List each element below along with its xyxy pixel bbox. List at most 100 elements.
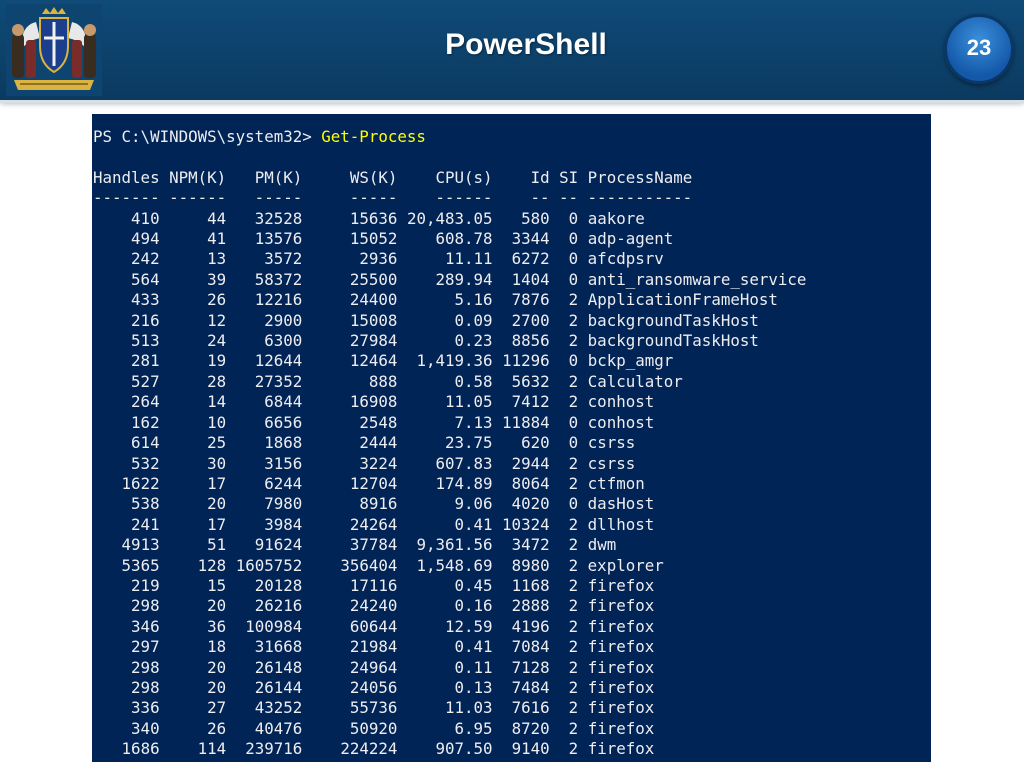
table-cell: 26 — [207, 718, 227, 738]
table-cell: 0.45 — [454, 575, 493, 595]
table-cell: 242 — [131, 249, 160, 269]
table-cell: backgroundTaskHost — [587, 310, 759, 330]
table-cell: 4196 — [511, 616, 550, 636]
table-cell: 1622 — [121, 473, 160, 493]
table-row: 1622 17 6244 12704 174.89 8064 2 ctfmon — [93, 474, 931, 494]
prompt: PS C:\WINDOWS\system32> — [93, 127, 322, 146]
table-cell: 16908 — [349, 392, 398, 412]
table-row: 340 26 40476 50920 6.95 8720 2 firefox — [93, 719, 931, 739]
table-cell: 5365 — [121, 555, 160, 575]
table-cell: 0 — [568, 249, 579, 269]
table-cell: 298 — [131, 677, 160, 697]
table-cell: 2 — [568, 473, 579, 493]
table-row: 162 10 6656 2548 7.13 11884 0 conhost — [93, 413, 931, 433]
table-cell: ApplicationFrameHost — [587, 290, 778, 310]
table-cell: 1605752 — [235, 555, 303, 575]
table-cell: 9,361.56 — [416, 535, 493, 555]
table-cell: 8064 — [511, 473, 550, 493]
table-row: 513 24 6300 27984 0.23 8856 2 background… — [93, 331, 931, 351]
table-cell: 888 — [368, 371, 398, 391]
table-cell: 2 — [568, 290, 579, 310]
table-cell: 2888 — [511, 596, 550, 616]
table-cell: 7484 — [511, 677, 550, 697]
table-cell: 241 — [131, 514, 160, 534]
table-cell: 128 — [197, 555, 227, 575]
table-cell: 2 — [568, 575, 579, 595]
prompt-line: PS C:\WINDOWS\system32> Get-Process — [93, 127, 931, 147]
table-cell: 24240 — [349, 596, 398, 616]
table-header: Handles NPM(K) PM(K) WS(K) CPU(s) Id SI … — [93, 168, 931, 188]
table-cell: 907.50 — [435, 739, 493, 759]
table-cell: 2936 — [359, 249, 398, 269]
table-cell: 4913 — [121, 535, 160, 555]
table-cell: 6300 — [264, 331, 303, 351]
table-cell: 2 — [568, 637, 579, 657]
table-cell: 55736 — [349, 698, 398, 718]
table-cell: 25500 — [349, 269, 398, 289]
table-cell: 2944 — [511, 453, 550, 473]
table-cell: 0.09 — [454, 310, 493, 330]
table-cell: firefox — [587, 739, 655, 759]
table-cell: 15636 — [349, 208, 398, 228]
table-cell: 162 — [131, 412, 160, 432]
table-cell: 12464 — [349, 351, 398, 371]
table-cell: 32528 — [254, 208, 303, 228]
table-cell: 0 — [568, 351, 579, 371]
table-cell: 12704 — [349, 473, 398, 493]
table-cell: 19 — [207, 351, 227, 371]
table-cell: 281 — [131, 351, 160, 371]
table-cell: 27984 — [349, 331, 398, 351]
table-cell: bckp_amgr — [587, 351, 674, 371]
table-cell: 216 — [131, 310, 160, 330]
table-row: 494 41 13576 15052 608.78 3344 0 adp-age… — [93, 229, 931, 249]
table-cell: 224224 — [340, 739, 398, 759]
table-cell: 5.16 — [454, 290, 493, 310]
powershell-console[interactable]: PS C:\WINDOWS\system32> Get-Process Hand… — [92, 114, 931, 762]
table-cell: 20 — [207, 677, 227, 697]
table-cell: 7412 — [511, 392, 550, 412]
table-cell: 3224 — [359, 453, 398, 473]
table-cell: 3344 — [511, 229, 550, 249]
table-cell: 7128 — [511, 657, 550, 677]
table-cell: 3472 — [511, 535, 550, 555]
table-cell: 7084 — [511, 637, 550, 657]
column-header: PM(K) — [254, 167, 303, 187]
table-cell: 15052 — [349, 229, 398, 249]
table-cell: 20 — [207, 596, 227, 616]
table-cell: 174.89 — [435, 473, 493, 493]
table-cell: 12 — [207, 310, 227, 330]
table-cell: 27 — [207, 698, 227, 718]
table-cell: 494 — [131, 229, 160, 249]
table-cell: 26148 — [254, 657, 303, 677]
table-cell: 410 — [131, 208, 160, 228]
table-cell: 26144 — [254, 677, 303, 697]
table-cell: 580 — [521, 208, 550, 228]
table-cell: 614 — [131, 433, 160, 453]
table-row: 298 20 26216 24240 0.16 2888 2 firefox — [93, 596, 931, 616]
table-cell: 3156 — [264, 453, 303, 473]
table-cell: 17 — [207, 514, 227, 534]
table-cell: 608.78 — [435, 229, 493, 249]
table-cell: 0.58 — [454, 371, 493, 391]
table-cell: 7616 — [511, 698, 550, 718]
table-cell: 25 — [207, 433, 227, 453]
table-cell: firefox — [587, 698, 655, 718]
table-row: 410 44 32528 15636 20,483.05 580 0 aakor… — [93, 209, 931, 229]
table-row: 242 13 3572 2936 11.11 6272 0 afcdpsrv — [93, 249, 931, 269]
table-cell: 17116 — [349, 575, 398, 595]
table-cell: 13 — [207, 249, 227, 269]
table-cell: 513 — [131, 331, 160, 351]
table-cell: 298 — [131, 596, 160, 616]
table-cell: 1404 — [511, 269, 550, 289]
table-cell: 41 — [207, 229, 227, 249]
table-row: 1686 114 239716 224224 907.50 9140 2 fir… — [93, 739, 931, 759]
table-cell: 620 — [521, 433, 550, 453]
table-cell: 6844 — [264, 392, 303, 412]
table-cell: 20,483.05 — [406, 208, 493, 228]
table-cell: 1686 — [121, 739, 160, 759]
table-row: 564 39 58372 25500 289.94 1404 0 anti_ra… — [93, 270, 931, 290]
table-cell: 12644 — [254, 351, 303, 371]
table-cell: 20 — [207, 494, 227, 514]
column-header: NPM(K) — [169, 167, 227, 187]
